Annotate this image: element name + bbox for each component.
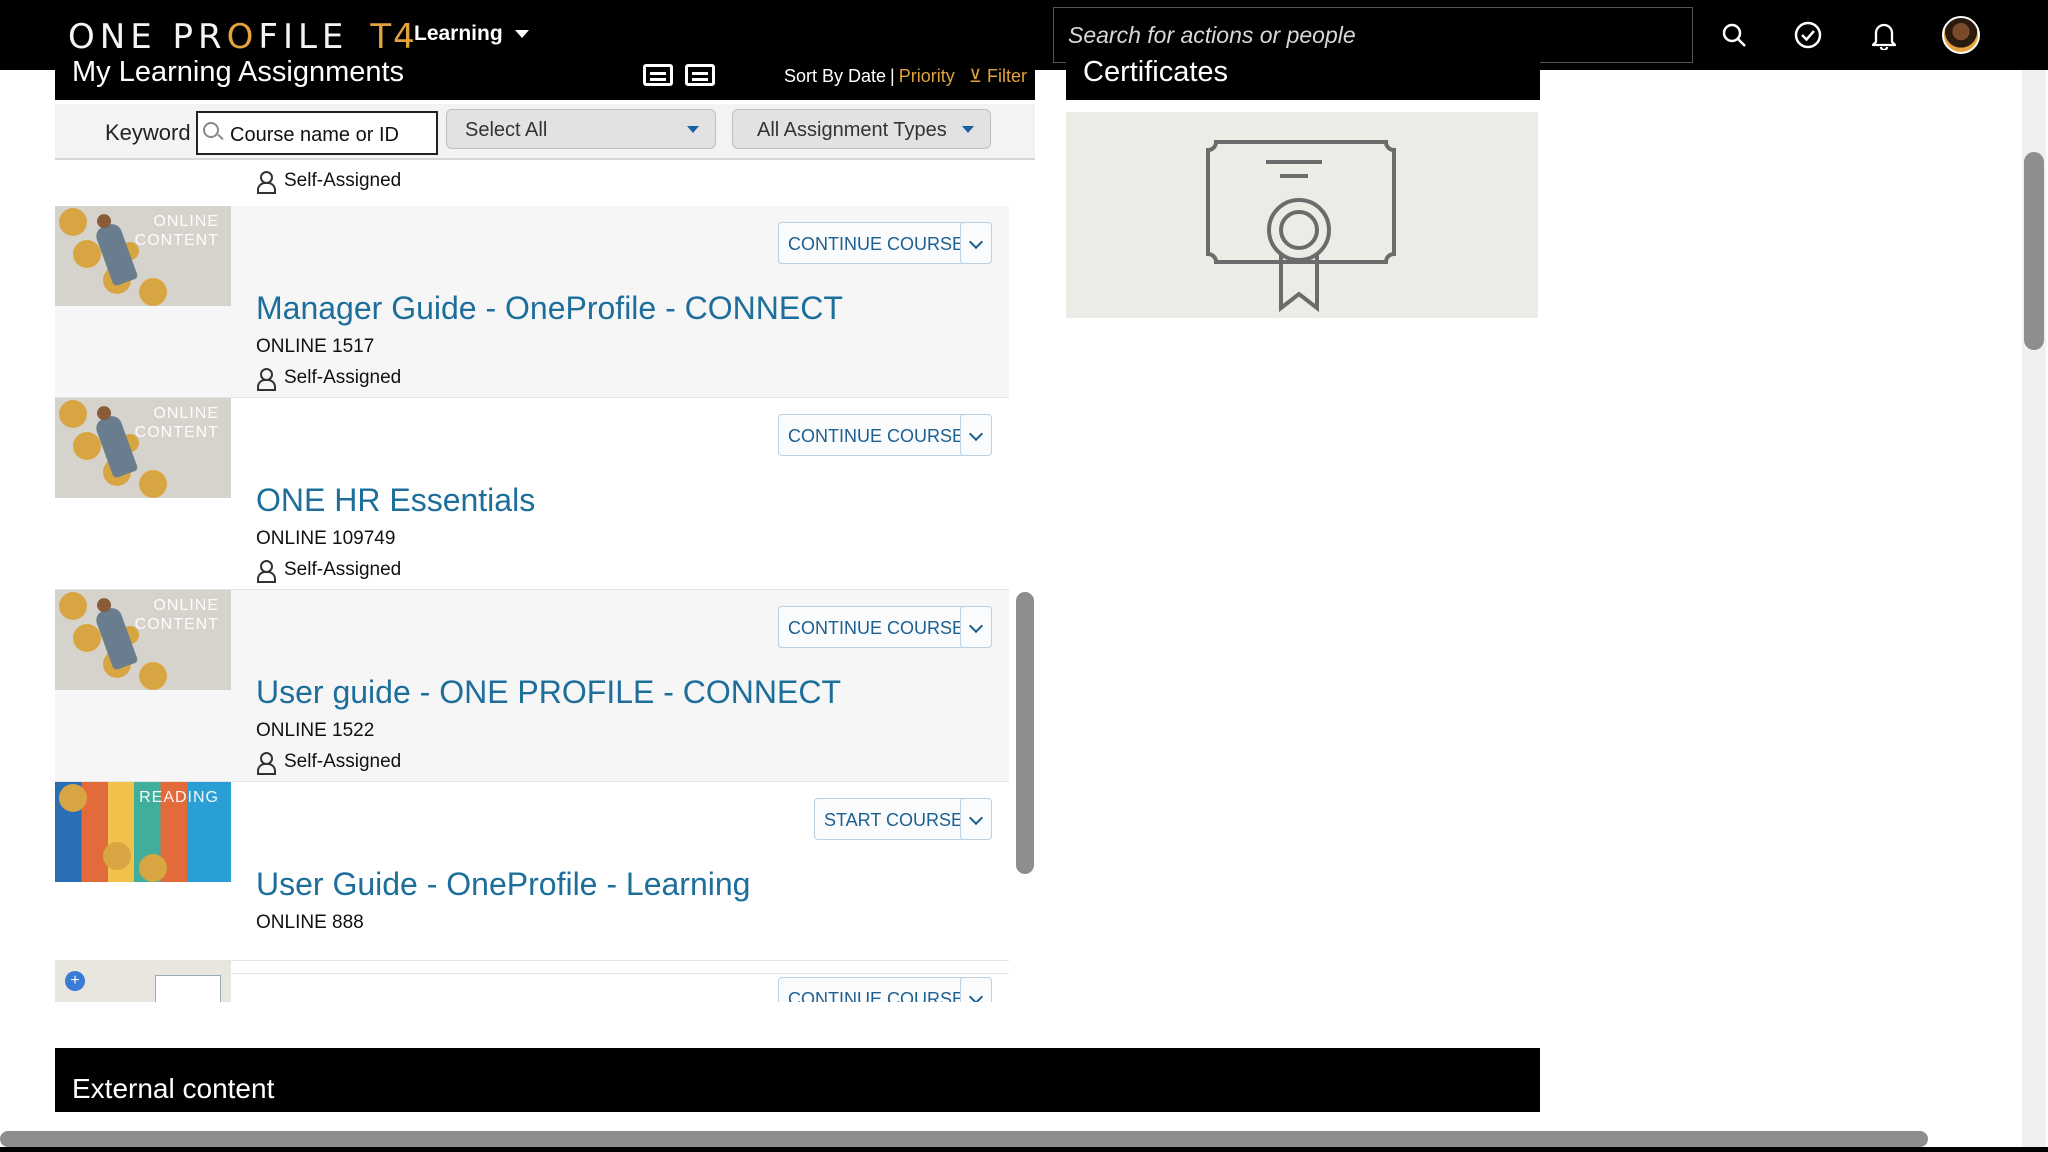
filter-button[interactable]: ⊻ Filter bbox=[969, 66, 1027, 87]
keyword-label: Keyword bbox=[105, 120, 191, 145]
thumbnail-label: ONLINE CONTENT bbox=[134, 213, 219, 249]
brand-o: O bbox=[226, 17, 259, 57]
page-horizontal-scrollbar[interactable] bbox=[0, 1131, 1928, 1147]
course-actions-dropdown[interactable] bbox=[960, 606, 992, 648]
course-card: ONLINE CONTENT CONTINUE COURSE Manager Gu… bbox=[55, 206, 1009, 398]
module-label: Learning bbox=[414, 22, 503, 45]
assignments-scrollbar[interactable] bbox=[1016, 592, 1034, 874]
brand-text-1: ONE PR bbox=[68, 17, 227, 57]
course-title-link[interactable]: Manager Guide - OneProfile - CONNECT bbox=[256, 290, 843, 327]
filter-icon: ⊻ bbox=[968, 66, 982, 86]
assigned-label: Self-Assigned bbox=[284, 170, 402, 191]
window-bottom-edge bbox=[0, 1147, 2048, 1152]
external-content-title: External content bbox=[72, 1073, 275, 1104]
sort-separator: | bbox=[890, 66, 895, 86]
person-icon bbox=[256, 752, 276, 775]
course-thumbnail[interactable]: READING bbox=[55, 782, 231, 882]
course-id: ONLINE 1517 bbox=[256, 336, 375, 357]
notifications-button[interactable] bbox=[1866, 17, 1902, 53]
certificates-title: Certificates bbox=[1083, 56, 1229, 88]
partial-course-assigned: Self-Assigned bbox=[256, 170, 402, 194]
person-icon bbox=[256, 171, 276, 194]
thumbnail-label: READING bbox=[139, 789, 219, 806]
sort-priority-link[interactable]: Priority bbox=[899, 66, 955, 87]
course-card: READING START COURSE User Guide - OnePro… bbox=[55, 782, 1009, 974]
list-view-icon[interactable] bbox=[643, 64, 673, 86]
course-actions-dropdown[interactable] bbox=[960, 977, 992, 1002]
course-id: ONLINE 888 bbox=[256, 912, 364, 933]
status-select[interactable]: Select All bbox=[446, 109, 716, 149]
chevron-down-icon bbox=[514, 30, 529, 38]
filter-label: Filter bbox=[986, 66, 1027, 86]
course-card: ONLINE CONTENT CONTINUE COURSE ONE HR Ess… bbox=[55, 398, 1009, 590]
brand-version: T4 bbox=[370, 17, 417, 57]
status-select-value: Select All bbox=[465, 119, 548, 141]
assigned-label: Self-Assigned bbox=[284, 367, 402, 388]
assignment-type: Self-Assigned bbox=[256, 751, 402, 775]
brand-logo[interactable]: ONE PROFILE T4 bbox=[68, 17, 417, 57]
continue-course-button[interactable]: CONTINUE COURSE bbox=[778, 222, 975, 264]
assignment-type-value: All Assignment Types bbox=[757, 119, 947, 141]
assignments-title: My Learning Assignments bbox=[72, 56, 405, 88]
course-title-link[interactable]: ONE HR Essentials bbox=[256, 482, 535, 519]
assignments-list: Self-Assigned ONLINE CONTENT CONTINUE COU… bbox=[55, 160, 1010, 1002]
course-actions-dropdown[interactable] bbox=[960, 798, 992, 840]
continue-course-button[interactable]: CONTINUE COURSE bbox=[778, 606, 975, 648]
sort-controls: Sort By Date | Priority ⊻ Filter bbox=[784, 66, 1027, 87]
todo-button[interactable] bbox=[1790, 17, 1826, 53]
assignments-panel-header: My Learning Assignments Sort By Date | P… bbox=[55, 52, 1035, 100]
assigned-label: Self-Assigned bbox=[284, 751, 402, 772]
course-id: ONLINE 1522 bbox=[256, 720, 375, 741]
assigned-label: Self-Assigned bbox=[284, 559, 402, 580]
user-avatar[interactable] bbox=[1942, 16, 1980, 54]
keyword-input[interactable]: Course name or ID bbox=[196, 111, 438, 155]
brand-text-2: FILE bbox=[258, 17, 349, 57]
course-thumbnail[interactable]: + bbox=[55, 961, 231, 1002]
search-button[interactable] bbox=[1716, 17, 1752, 53]
continue-course-button[interactable]: CONTINUE COURSE bbox=[778, 977, 975, 1002]
course-title-link[interactable]: User guide - ONE PROFILE - CONNECT bbox=[256, 674, 841, 711]
module-menu-button[interactable]: Learning bbox=[414, 22, 529, 46]
assignment-type: Self-Assigned bbox=[256, 559, 402, 583]
page-vertical-scrollbar[interactable] bbox=[2024, 152, 2044, 350]
course-id: ONLINE 109749 bbox=[256, 528, 396, 549]
search-icon bbox=[203, 122, 219, 138]
certificate-icon bbox=[1206, 140, 1396, 313]
course-actions-dropdown[interactable] bbox=[960, 414, 992, 456]
continue-course-button[interactable]: CONTINUE COURSE bbox=[778, 414, 975, 456]
thumbnail-label: ONLINE CONTENT bbox=[134, 405, 219, 441]
external-content-header: External content bbox=[55, 1048, 1540, 1112]
search-icon bbox=[1722, 23, 1746, 47]
assignments-filter-bar: Keyword Course name or ID Select All All… bbox=[55, 104, 1035, 160]
sort-by-date-link[interactable]: Sort By Date bbox=[784, 66, 886, 87]
course-card: + CONTINUE COURSE bbox=[55, 960, 1009, 1002]
assignment-type-select[interactable]: All Assignment Types bbox=[732, 109, 991, 149]
person-icon bbox=[256, 560, 276, 583]
start-course-button[interactable]: START COURSE bbox=[814, 798, 974, 840]
card-view-icon[interactable] bbox=[685, 64, 715, 86]
check-circle-icon bbox=[1794, 21, 1822, 49]
plus-circle-icon: + bbox=[65, 971, 85, 991]
dropdown-arrow-icon bbox=[962, 126, 974, 133]
course-thumbnail[interactable]: ONLINE CONTENT bbox=[55, 398, 231, 498]
course-card: ONLINE CONTENT CONTINUE COURSE User guide… bbox=[55, 590, 1009, 782]
course-thumbnail[interactable]: ONLINE CONTENT bbox=[55, 206, 231, 306]
course-title-link[interactable]: User Guide - OneProfile - Learning bbox=[256, 866, 750, 903]
course-thumbnail[interactable]: ONLINE CONTENT bbox=[55, 590, 231, 690]
thumbnail-label: ONLINE CONTENT bbox=[134, 597, 219, 633]
assignment-type: Self-Assigned bbox=[256, 367, 402, 391]
course-actions-dropdown[interactable] bbox=[960, 222, 992, 264]
certificates-card[interactable] bbox=[1066, 112, 1538, 318]
dropdown-arrow-icon bbox=[687, 126, 699, 133]
certificates-panel-header: Certificates bbox=[1066, 52, 1540, 100]
person-icon bbox=[256, 368, 276, 391]
bell-icon bbox=[1871, 23, 1897, 50]
